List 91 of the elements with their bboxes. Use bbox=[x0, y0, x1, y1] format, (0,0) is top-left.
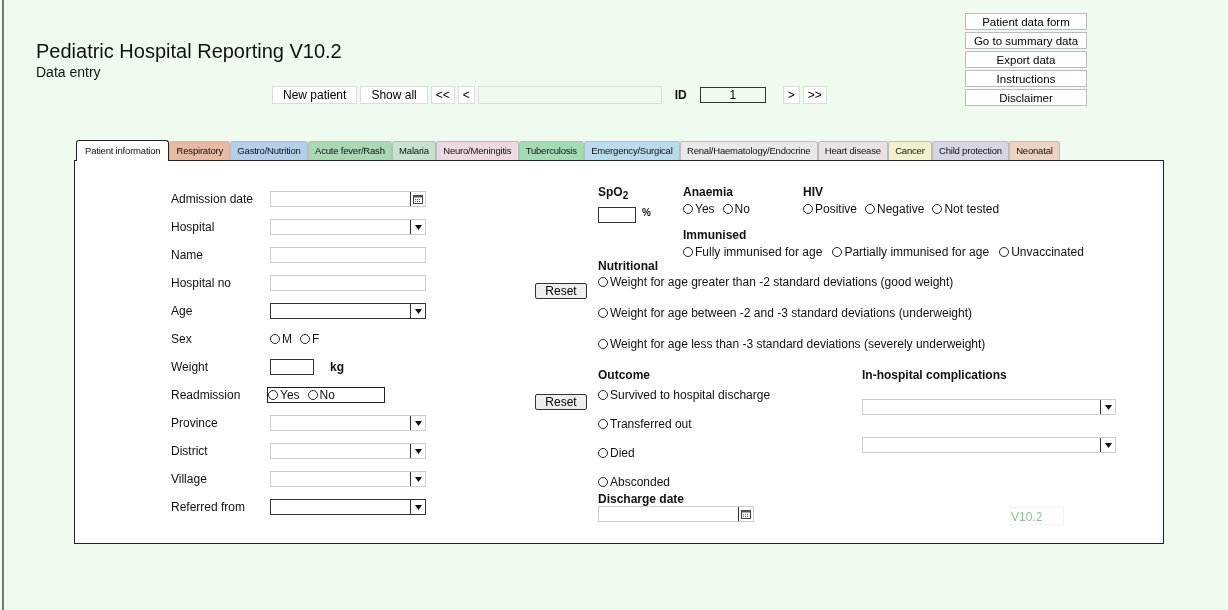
dropdown-arrow-icon[interactable] bbox=[1100, 400, 1115, 414]
dropdown-arrow-icon[interactable] bbox=[410, 220, 425, 234]
radio-option[interactable]: F bbox=[300, 332, 320, 346]
last-record-button[interactable]: >> bbox=[802, 86, 827, 104]
page-subtitle: Data entry bbox=[36, 64, 102, 80]
radio-option[interactable]: Not tested bbox=[932, 202, 1000, 216]
dropdown-field[interactable] bbox=[270, 499, 426, 515]
radio-option[interactable]: Weight for age less than -3 standard deviations (severely underweight) bbox=[598, 337, 986, 351]
tab[interactable]: Gastro/Nutrition bbox=[230, 141, 308, 160]
nav-button[interactable]: Export data bbox=[965, 51, 1087, 68]
show-all-button[interactable]: Show all bbox=[360, 86, 428, 104]
text-field[interactable] bbox=[270, 247, 426, 263]
date-field[interactable] bbox=[598, 506, 754, 522]
record-search-field[interactable] bbox=[477, 86, 662, 104]
field-label: Weight bbox=[171, 360, 210, 374]
radio-option[interactable]: Unvaccinated bbox=[999, 245, 1084, 259]
field-label: Province bbox=[171, 416, 219, 430]
unit-label: kg bbox=[330, 360, 344, 374]
tab[interactable]: Patient information bbox=[76, 140, 170, 161]
radio-option[interactable]: Died bbox=[598, 446, 635, 460]
tab[interactable]: Respiratory bbox=[169, 141, 231, 160]
calendar-icon[interactable] bbox=[738, 507, 753, 521]
radio-option[interactable]: Fully immunised for age bbox=[683, 245, 823, 259]
weight-field[interactable] bbox=[270, 359, 314, 375]
spo2-label: SpO$_{2}$ bbox=[598, 185, 630, 202]
radio-option[interactable]: Yes bbox=[683, 202, 715, 216]
radio-option[interactable]: Weight for age greater than -2 standard deviations (good weight) bbox=[598, 275, 954, 289]
radio-option[interactable]: Survived to hospital discharge bbox=[598, 388, 771, 402]
reset-button[interactable]: Reset bbox=[535, 394, 587, 410]
first-record-button[interactable]: << bbox=[430, 86, 455, 104]
radio-option[interactable]: M bbox=[270, 332, 292, 346]
tab[interactable]: Acute fever/Rash bbox=[307, 141, 392, 160]
dropdown-arrow-icon[interactable] bbox=[410, 416, 425, 430]
field-label: Age bbox=[171, 304, 194, 318]
unit-label: % bbox=[642, 207, 651, 219]
tab[interactable]: Cancer bbox=[888, 141, 932, 160]
field-label: Admission date bbox=[171, 192, 255, 206]
nav-button[interactable]: Go to summary data bbox=[965, 32, 1087, 49]
spo2-field[interactable] bbox=[598, 207, 636, 224]
field-label: Village bbox=[171, 472, 208, 486]
radio-option[interactable]: Absconded bbox=[598, 475, 671, 489]
section-heading: Outcome bbox=[598, 368, 650, 382]
tab[interactable]: Heart disease bbox=[817, 141, 888, 160]
section-heading: Discharge date bbox=[598, 492, 685, 506]
dropdown-arrow-icon[interactable] bbox=[1100, 438, 1115, 452]
field-label: Sex bbox=[171, 332, 193, 346]
tab[interactable]: Renal/Haematology/Endocrine bbox=[679, 141, 818, 160]
date-field[interactable] bbox=[270, 191, 426, 207]
dropdown-arrow-icon[interactable] bbox=[410, 304, 425, 318]
dropdown-arrow-icon[interactable] bbox=[410, 472, 425, 486]
reset-button[interactable]: Reset bbox=[535, 283, 587, 299]
tab[interactable]: Child protection bbox=[931, 141, 1009, 160]
section-heading: Nutritional bbox=[598, 259, 658, 273]
nav-button[interactable]: Disclaimer bbox=[965, 89, 1087, 106]
tab[interactable]: Neonatal bbox=[1009, 141, 1060, 160]
section-heading: Immunised bbox=[683, 228, 748, 242]
section-heading: HIV bbox=[803, 185, 824, 199]
dropdown-arrow-icon[interactable] bbox=[410, 500, 425, 514]
calendar-icon[interactable] bbox=[410, 192, 425, 206]
next-record-button[interactable]: > bbox=[782, 86, 800, 104]
app-title: Pediatric Hospital Reporting V10.2 bbox=[36, 40, 343, 63]
radio-option[interactable]: Partially immunised for age bbox=[832, 245, 990, 259]
nav-button[interactable]: Patient data form bbox=[965, 13, 1087, 30]
dropdown-field[interactable] bbox=[270, 303, 426, 319]
section-heading: Anaemia bbox=[683, 185, 735, 199]
previous-record-button[interactable]: < bbox=[457, 86, 475, 104]
tab[interactable]: Emergency/Surgical bbox=[584, 141, 680, 160]
radio-option[interactable]: No bbox=[722, 202, 750, 216]
tab[interactable]: Malaria bbox=[391, 141, 437, 160]
tab[interactable]: Tuberculosis bbox=[518, 141, 584, 160]
tab[interactable]: Neuro/Meningitis bbox=[436, 141, 519, 160]
field-label: Referred from bbox=[171, 500, 247, 514]
radio-option[interactable]: Positive bbox=[803, 202, 858, 216]
new-patient-button[interactable]: New patient bbox=[272, 86, 358, 104]
field-label: Name bbox=[171, 248, 204, 262]
field-label: Readmission bbox=[171, 388, 242, 402]
radio-option[interactable]: Yes bbox=[268, 388, 300, 402]
radio-option[interactable]: Transferred out bbox=[598, 417, 692, 431]
radio-option[interactable]: Weight for age between -2 and -3 standard deviations (underweight) bbox=[598, 306, 972, 320]
radio-option[interactable]: No bbox=[307, 388, 335, 402]
dropdown-arrow-icon[interactable] bbox=[410, 444, 425, 458]
id-label: ID bbox=[674, 88, 687, 102]
nav-button[interactable]: Instructions bbox=[965, 70, 1087, 87]
section-heading: In-hospital complications bbox=[862, 368, 1007, 382]
version-label: V10.2 bbox=[1010, 507, 1064, 525]
field-label: Hospital bbox=[171, 220, 216, 234]
text-field[interactable] bbox=[270, 275, 426, 291]
field-label: District bbox=[171, 444, 209, 458]
field-label: Hospital no bbox=[171, 276, 233, 290]
radio-option[interactable]: Negative bbox=[865, 202, 925, 216]
id-field[interactable]: 1 bbox=[699, 87, 766, 103]
